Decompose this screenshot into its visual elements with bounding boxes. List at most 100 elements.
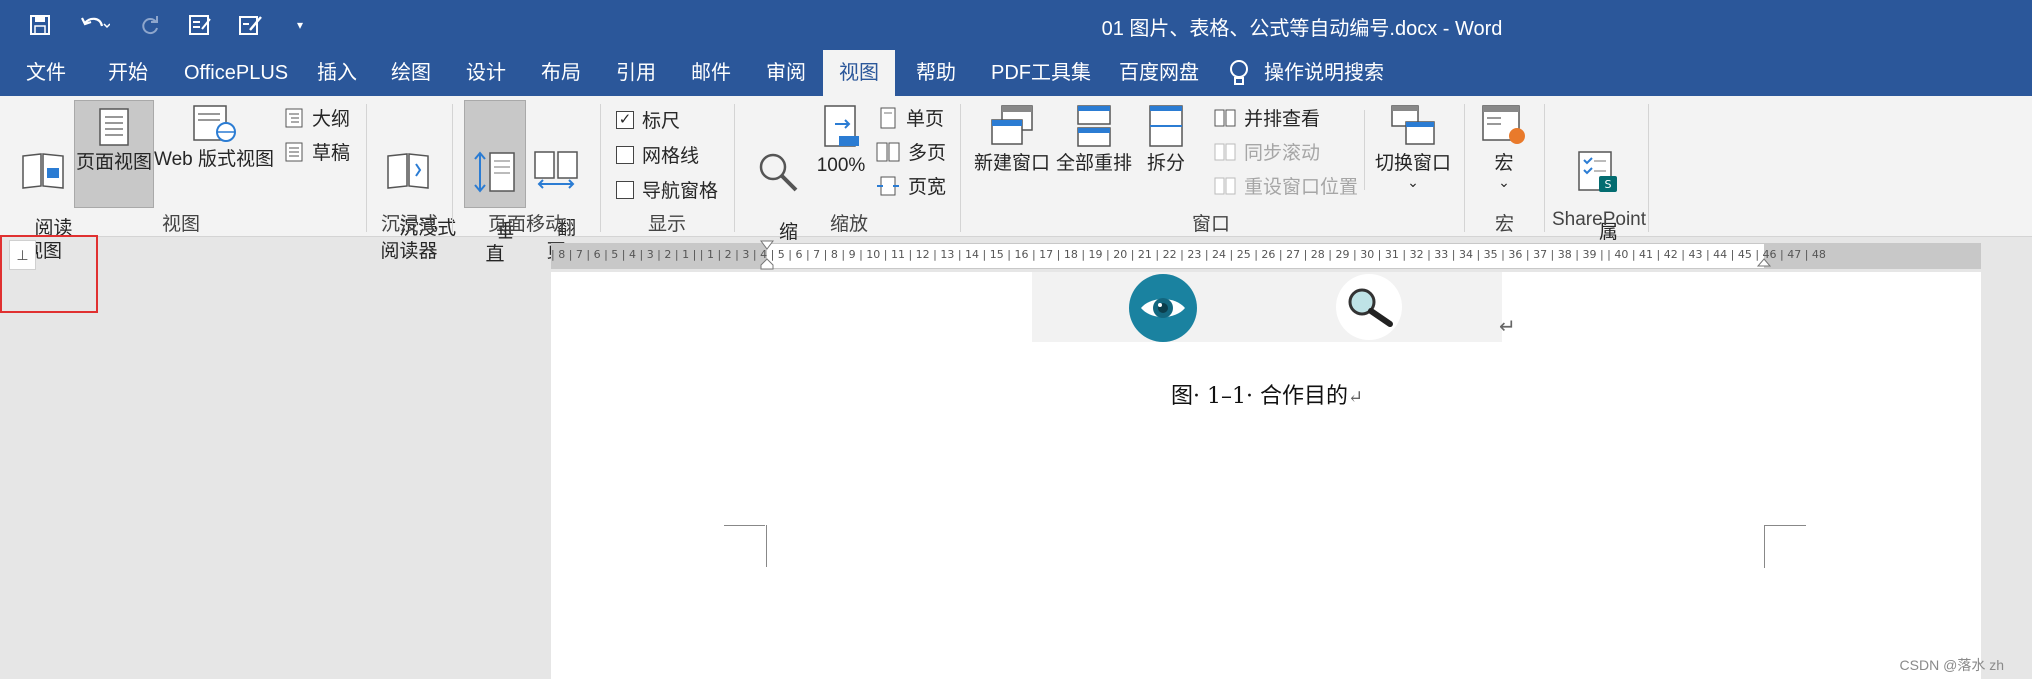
zoom-100-button[interactable]: 100% [812,104,870,177]
zoom-group-label: 缩放 [830,214,869,235]
web-layout-icon [193,105,236,142]
sharepoint-group-label: SharePoint [1552,209,1647,230]
embedded-image[interactable] [1032,272,1502,342]
separator [734,104,735,232]
eye-icon [1129,274,1197,342]
tab-baidu-netdisk[interactable]: 百度网盘 [1119,50,1199,96]
switch-windows-icon [1391,105,1435,145]
watermark: CSDN @落水 zh [1899,657,2004,673]
svg-text:S: S [1605,178,1612,191]
multiple-pages-button[interactable]: 多页 [876,138,946,165]
read-mode-icon [22,153,64,189]
tab-review[interactable]: 审阅 [766,50,806,96]
magnifier-icon [759,153,798,192]
one-page-icon [880,107,896,128]
new-window-icon [991,105,1033,145]
chevron-down-icon: ⌄ [1498,174,1510,190]
switch-windows-button[interactable]: 切换窗口 ⌄ [1370,104,1456,189]
tab-view[interactable]: 视图 [823,50,895,96]
immersive-group-label: 沉浸式 [381,214,439,235]
print-layout-icon [99,108,129,146]
print-layout-button[interactable]: 页面视图 [74,100,154,208]
window-group-label: 窗口 [1192,214,1231,235]
right-indent-marker[interactable] [1757,258,1771,270]
crop-mark-left-top [724,525,765,568]
tab-layout[interactable]: 布局 [541,50,581,96]
draft-button[interactable]: 草稿 [284,138,350,165]
immersive-reader-icon [387,153,429,189]
ruler-checkbox[interactable]: ✓ 标尺 [616,106,680,133]
tell-me-search[interactable]: 操作说明搜索 [1228,50,1384,96]
separator [1464,104,1465,232]
nav-pane-check-icon [616,180,634,199]
split-button[interactable]: 拆分 [1140,104,1192,175]
title-bar: ▾ 01 图片、表格、公式等自动编号.docx - Word [0,0,2032,50]
separator [1544,104,1545,232]
sync-scroll-button[interactable]: 同步滚动 [1214,138,1320,165]
nav-pane-checkbox[interactable]: 导航窗格 [616,176,718,203]
separator [1648,104,1649,232]
page-width-icon [877,176,899,195]
tab-insert[interactable]: 插入 [317,50,357,96]
vertical-icon [474,151,515,193]
separator [366,104,367,232]
draft-icon [285,142,303,161]
separator [960,104,961,232]
figure-caption[interactable]: 图· 1–1· 合作目的↵ [1171,378,1363,410]
arrange-all-button[interactable]: 全部重排 [1056,104,1132,175]
macros-icon [1482,105,1525,144]
tab-officeplus[interactable]: OfficePLUS [184,50,288,96]
vertical-scroll-button[interactable]: 垂 直 [464,100,526,265]
web-layout-button[interactable]: Web 版式视图 [154,104,274,171]
outline-icon [285,108,303,127]
document-page[interactable]: ↵ 图· 1–1· 合作目的↵ [551,272,1981,679]
pagemove-group-label: 页面移动 [488,214,565,235]
macros-button[interactable]: 宏 ⌄ [1476,104,1532,189]
paragraph-mark: ↵ [1499,316,1516,338]
gridlines-checkbox[interactable]: 网格线 [616,141,699,168]
crop-mark-left-vertical [766,525,767,567]
reset-window-icon [1214,177,1236,194]
separator [452,104,453,232]
tab-references[interactable]: 引用 [616,50,656,96]
tab-draw[interactable]: 绘图 [391,50,431,96]
chevron-down-icon: ⌄ [1407,174,1419,190]
ruler-check-icon: ✓ [616,110,634,129]
view-side-by-side-button[interactable]: 并排查看 [1214,104,1320,131]
lightbulb-icon [1230,60,1248,85]
new-window-button[interactable]: 新建窗口 [974,104,1050,175]
tab-home[interactable]: 开始 [108,50,148,96]
left-indent-marker[interactable] [760,258,774,270]
tab-mailings[interactable]: 邮件 [691,50,731,96]
tab-pdf-tools[interactable]: PDF工具集 [991,50,1091,96]
ribbon: 阅读 视图 页面视图 Web 版式视图 大纲 草稿 视图 沉浸式 阅读器 沉浸式… [0,96,2032,266]
zoom-100-icon [824,105,859,147]
one-page-button[interactable]: 单页 [878,104,944,131]
side-by-side-icon [1214,109,1236,126]
crop-mark-right [1764,525,1806,568]
sync-scroll-icon [1214,143,1236,160]
separator [1364,110,1365,190]
horizontal-ruler[interactable]: | 8 | 7 | 6 | 5 | 4 | 3 | 2 | 1 | | 1 | … [551,240,1981,270]
outline-button[interactable]: 大纲 [284,104,350,131]
arrange-all-icon [1077,105,1111,147]
split-icon [1149,105,1183,147]
show-group-label: 显示 [648,214,687,235]
caption-paragraph-mark: ↵ [1347,387,1364,408]
tab-design[interactable]: 设计 [466,50,506,96]
properties-icon: S [1578,151,1617,192]
tab-help[interactable]: 帮助 [916,50,956,96]
gridlines-check-icon [616,145,634,164]
magnifier-image-icon [1336,274,1402,340]
views-group-label: 视图 [162,214,201,235]
tab-file[interactable]: 文件 [26,50,66,96]
ribbon-tabs: 文件 开始 OfficePLUS 插入 绘图 设计 布局 引用 邮件 审阅 视图… [0,50,2032,96]
macros-group-label: 宏 [1495,214,1515,235]
side-to-side-icon [534,151,578,189]
reset-window-position-button[interactable]: 重设窗口位置 [1214,172,1358,199]
immersive-reader-button[interactable]: 沉浸式 阅读器 [378,104,456,286]
page-width-button[interactable]: 页宽 [876,172,946,199]
tell-me-label: 操作说明搜索 [1264,62,1384,84]
caption-text: 图· 1–1· 合作目的 [1171,384,1348,409]
first-line-indent-marker[interactable] [760,240,774,252]
